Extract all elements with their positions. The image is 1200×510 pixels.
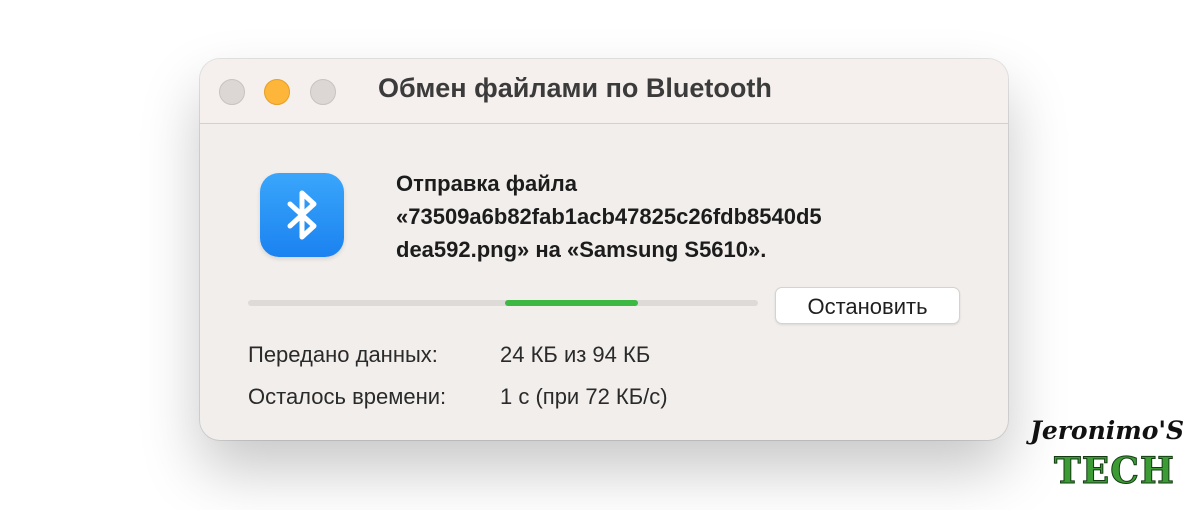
sent-data-value: 24 КБ из 94 КБ	[500, 342, 651, 367]
stop-button[interactable]: Остановить	[775, 287, 960, 324]
message-line: «73509a6b82fab1acb47825c26fdb8540d5	[396, 204, 822, 229]
progress-fill	[505, 300, 638, 306]
transfer-message: Отправка файла «73509a6b82fab1acb47825c2…	[396, 167, 986, 266]
progress-bar	[248, 300, 758, 306]
title-bar: Обмен файлами по Bluetooth	[200, 59, 1008, 124]
watermark-logo: Jeronimo'S TECH	[1026, 416, 1191, 496]
minimize-button[interactable]	[264, 79, 290, 105]
remaining-time-row: Осталось времени: 1 с (при 72 КБ/с)	[248, 384, 668, 410]
sent-data-row: Передано данных: 24 КБ из 94 КБ	[248, 342, 650, 368]
watermark-line-1: Jeronimo'S	[1030, 416, 1185, 445]
sent-data-label: Передано данных:	[248, 342, 438, 367]
remaining-time-label: Осталось времени:	[248, 384, 447, 409]
bluetooth-file-exchange-window: Обмен файлами по Bluetooth Отправка файл…	[200, 59, 1008, 440]
zoom-button[interactable]	[310, 79, 336, 105]
remaining-time-value: 1 с (при 72 КБ/с)	[500, 384, 668, 409]
window-title: Обмен файлами по Bluetooth	[378, 73, 772, 103]
screen: Обмен файлами по Bluetooth Отправка файл…	[0, 0, 1200, 510]
watermark-line-2: TECH	[1054, 450, 1175, 493]
bluetooth-icon	[260, 173, 344, 257]
message-line: dea592.png» на «Samsung S5610».	[396, 237, 767, 262]
message-line: Отправка файла	[396, 171, 577, 196]
close-button[interactable]	[219, 79, 245, 105]
